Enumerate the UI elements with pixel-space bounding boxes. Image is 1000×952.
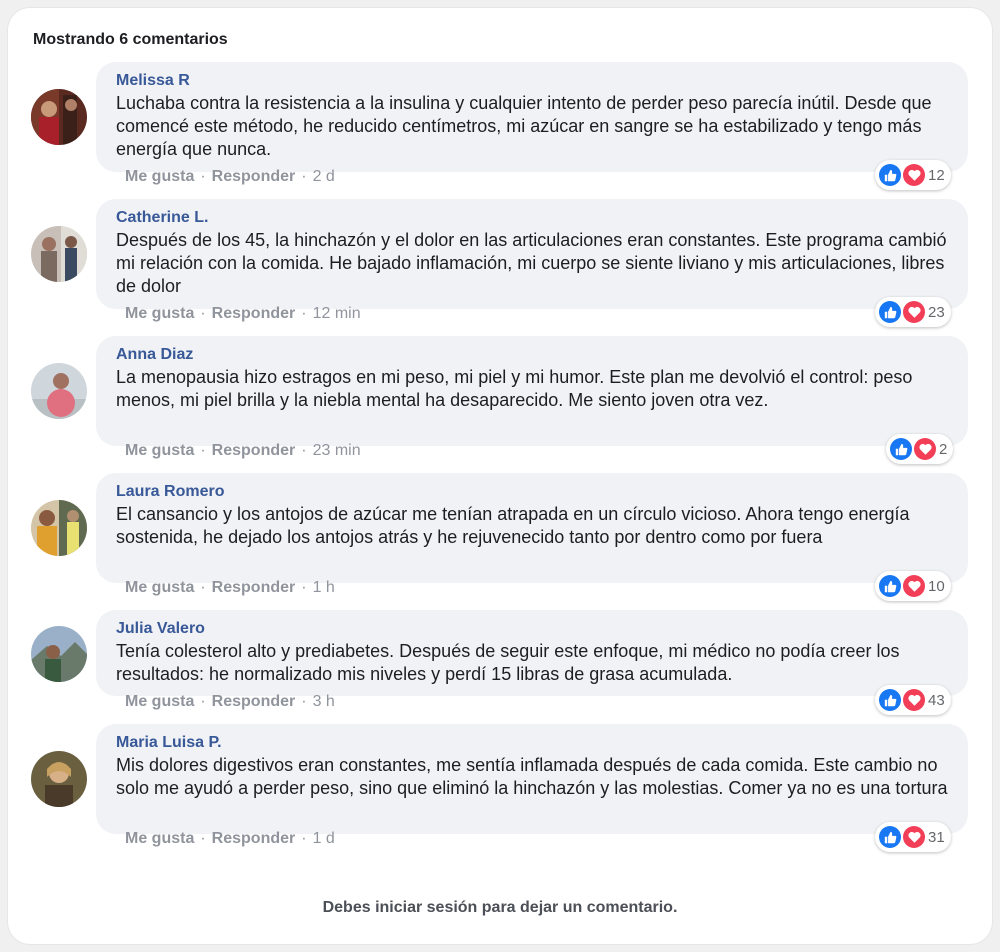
like-reaction-icon <box>879 575 901 597</box>
separator: · <box>200 442 206 459</box>
avatar[interactable] <box>31 363 87 419</box>
comment-bubble: Maria Luisa P. Mis dolores digestivos er… <box>96 724 968 834</box>
love-reaction-icon <box>903 689 925 711</box>
comment-time[interactable]: 1 d <box>313 830 335 847</box>
comment-text: El cansancio y los antojos de azúcar me … <box>116 504 910 547</box>
comment-actions: Me gusta · Responder · 1 h <box>125 579 335 597</box>
reaction-count: 23 <box>928 303 945 321</box>
love-reaction-icon <box>903 164 925 186</box>
avatar[interactable] <box>31 500 87 556</box>
reaction-summary[interactable]: 43 <box>875 685 951 715</box>
avatar[interactable] <box>31 751 87 807</box>
comment-author[interactable]: Maria Luisa P. <box>116 733 954 753</box>
reply-link[interactable]: Responder <box>212 693 296 710</box>
like-reaction-icon <box>879 164 901 186</box>
love-reaction-icon <box>903 826 925 848</box>
reaction-count: 12 <box>928 166 945 184</box>
comment-time[interactable]: 3 h <box>313 693 335 710</box>
avatar[interactable] <box>31 89 87 145</box>
comment-bubble: Julia Valero Tenía colesterol alto y pre… <box>96 610 968 696</box>
like-link[interactable]: Me gusta <box>125 442 194 459</box>
comment-bubble: Laura Romero El cansancio y los antojos … <box>96 473 968 583</box>
separator: · <box>301 830 307 847</box>
like-reaction-icon <box>890 438 912 460</box>
reply-link[interactable]: Responder <box>212 830 296 847</box>
comment-count: Mostrando 6 comentarios <box>33 31 228 48</box>
avatar[interactable] <box>31 626 87 682</box>
reaction-summary[interactable]: 2 <box>886 434 954 464</box>
like-reaction-icon <box>879 689 901 711</box>
separator: · <box>200 693 206 710</box>
like-link[interactable]: Me gusta <box>125 305 194 322</box>
comment-author[interactable]: Melissa R <box>116 71 954 91</box>
comment-bubble: Melissa R Luchaba contra la resistencia … <box>96 62 968 172</box>
reply-link[interactable]: Responder <box>212 168 296 185</box>
comment-actions: Me gusta · Responder · 2 d <box>125 168 335 186</box>
like-link[interactable]: Me gusta <box>125 579 194 596</box>
comment-actions: Me gusta · Responder · 23 min <box>125 442 361 460</box>
comment-bubble: Catherine L. Después de los 45, la hinch… <box>96 199 968 309</box>
reaction-count: 2 <box>939 440 948 458</box>
reply-link[interactable]: Responder <box>212 579 296 596</box>
comment-actions: Me gusta · Responder · 12 min <box>125 305 361 323</box>
love-reaction-icon <box>914 438 936 460</box>
comment-text: Mis dolores digestivos eran constantes, … <box>116 755 948 798</box>
comment-text: Tenía colesterol alto y prediabetes. Des… <box>116 641 900 684</box>
comment-text: Luchaba contra la resistencia a la insul… <box>116 93 932 159</box>
separator: · <box>301 168 307 185</box>
separator: · <box>301 693 307 710</box>
love-reaction-icon <box>903 575 925 597</box>
reaction-count: 31 <box>928 828 945 846</box>
like-reaction-icon <box>879 826 901 848</box>
comment-author[interactable]: Anna Diaz <box>116 345 954 365</box>
login-notice: Debes iniciar sesión para dejar un comen… <box>322 899 678 916</box>
comment-author[interactable]: Julia Valero <box>116 619 954 639</box>
reply-link[interactable]: Responder <box>212 305 296 322</box>
reply-link[interactable]: Responder <box>212 442 296 459</box>
comment-actions: Me gusta · Responder · 1 d <box>125 830 335 848</box>
separator: · <box>200 168 206 185</box>
comment-text: Después de los 45, la hinchazón y el dol… <box>116 230 947 296</box>
separator: · <box>200 579 206 596</box>
comment-time[interactable]: 23 min <box>313 442 361 459</box>
comment-bubble: Anna Diaz La menopausia hizo estragos en… <box>96 336 968 446</box>
like-link[interactable]: Me gusta <box>125 168 194 185</box>
reaction-count: 43 <box>928 691 945 709</box>
comment-author[interactable]: Laura Romero <box>116 482 954 502</box>
love-reaction-icon <box>903 301 925 323</box>
avatar[interactable] <box>31 226 87 282</box>
separator: · <box>301 579 307 596</box>
separator: · <box>301 442 307 459</box>
separator: · <box>200 830 206 847</box>
reaction-summary[interactable]: 31 <box>875 822 951 852</box>
like-reaction-icon <box>879 301 901 323</box>
reaction-summary[interactable]: 23 <box>875 297 951 327</box>
comment-author[interactable]: Catherine L. <box>116 208 954 228</box>
separator: · <box>200 305 206 322</box>
like-link[interactable]: Me gusta <box>125 830 194 847</box>
like-link[interactable]: Me gusta <box>125 693 194 710</box>
comment-time[interactable]: 12 min <box>313 305 361 322</box>
comment-time[interactable]: 2 d <box>313 168 335 185</box>
reaction-count: 10 <box>928 577 945 595</box>
comment-text: La menopausia hizo estragos en mi peso, … <box>116 367 913 410</box>
comment-actions: Me gusta · Responder · 3 h <box>125 693 335 711</box>
separator: · <box>301 305 307 322</box>
reaction-summary[interactable]: 10 <box>875 571 951 601</box>
comment-time[interactable]: 1 h <box>313 579 335 596</box>
reaction-summary[interactable]: 12 <box>875 160 951 190</box>
